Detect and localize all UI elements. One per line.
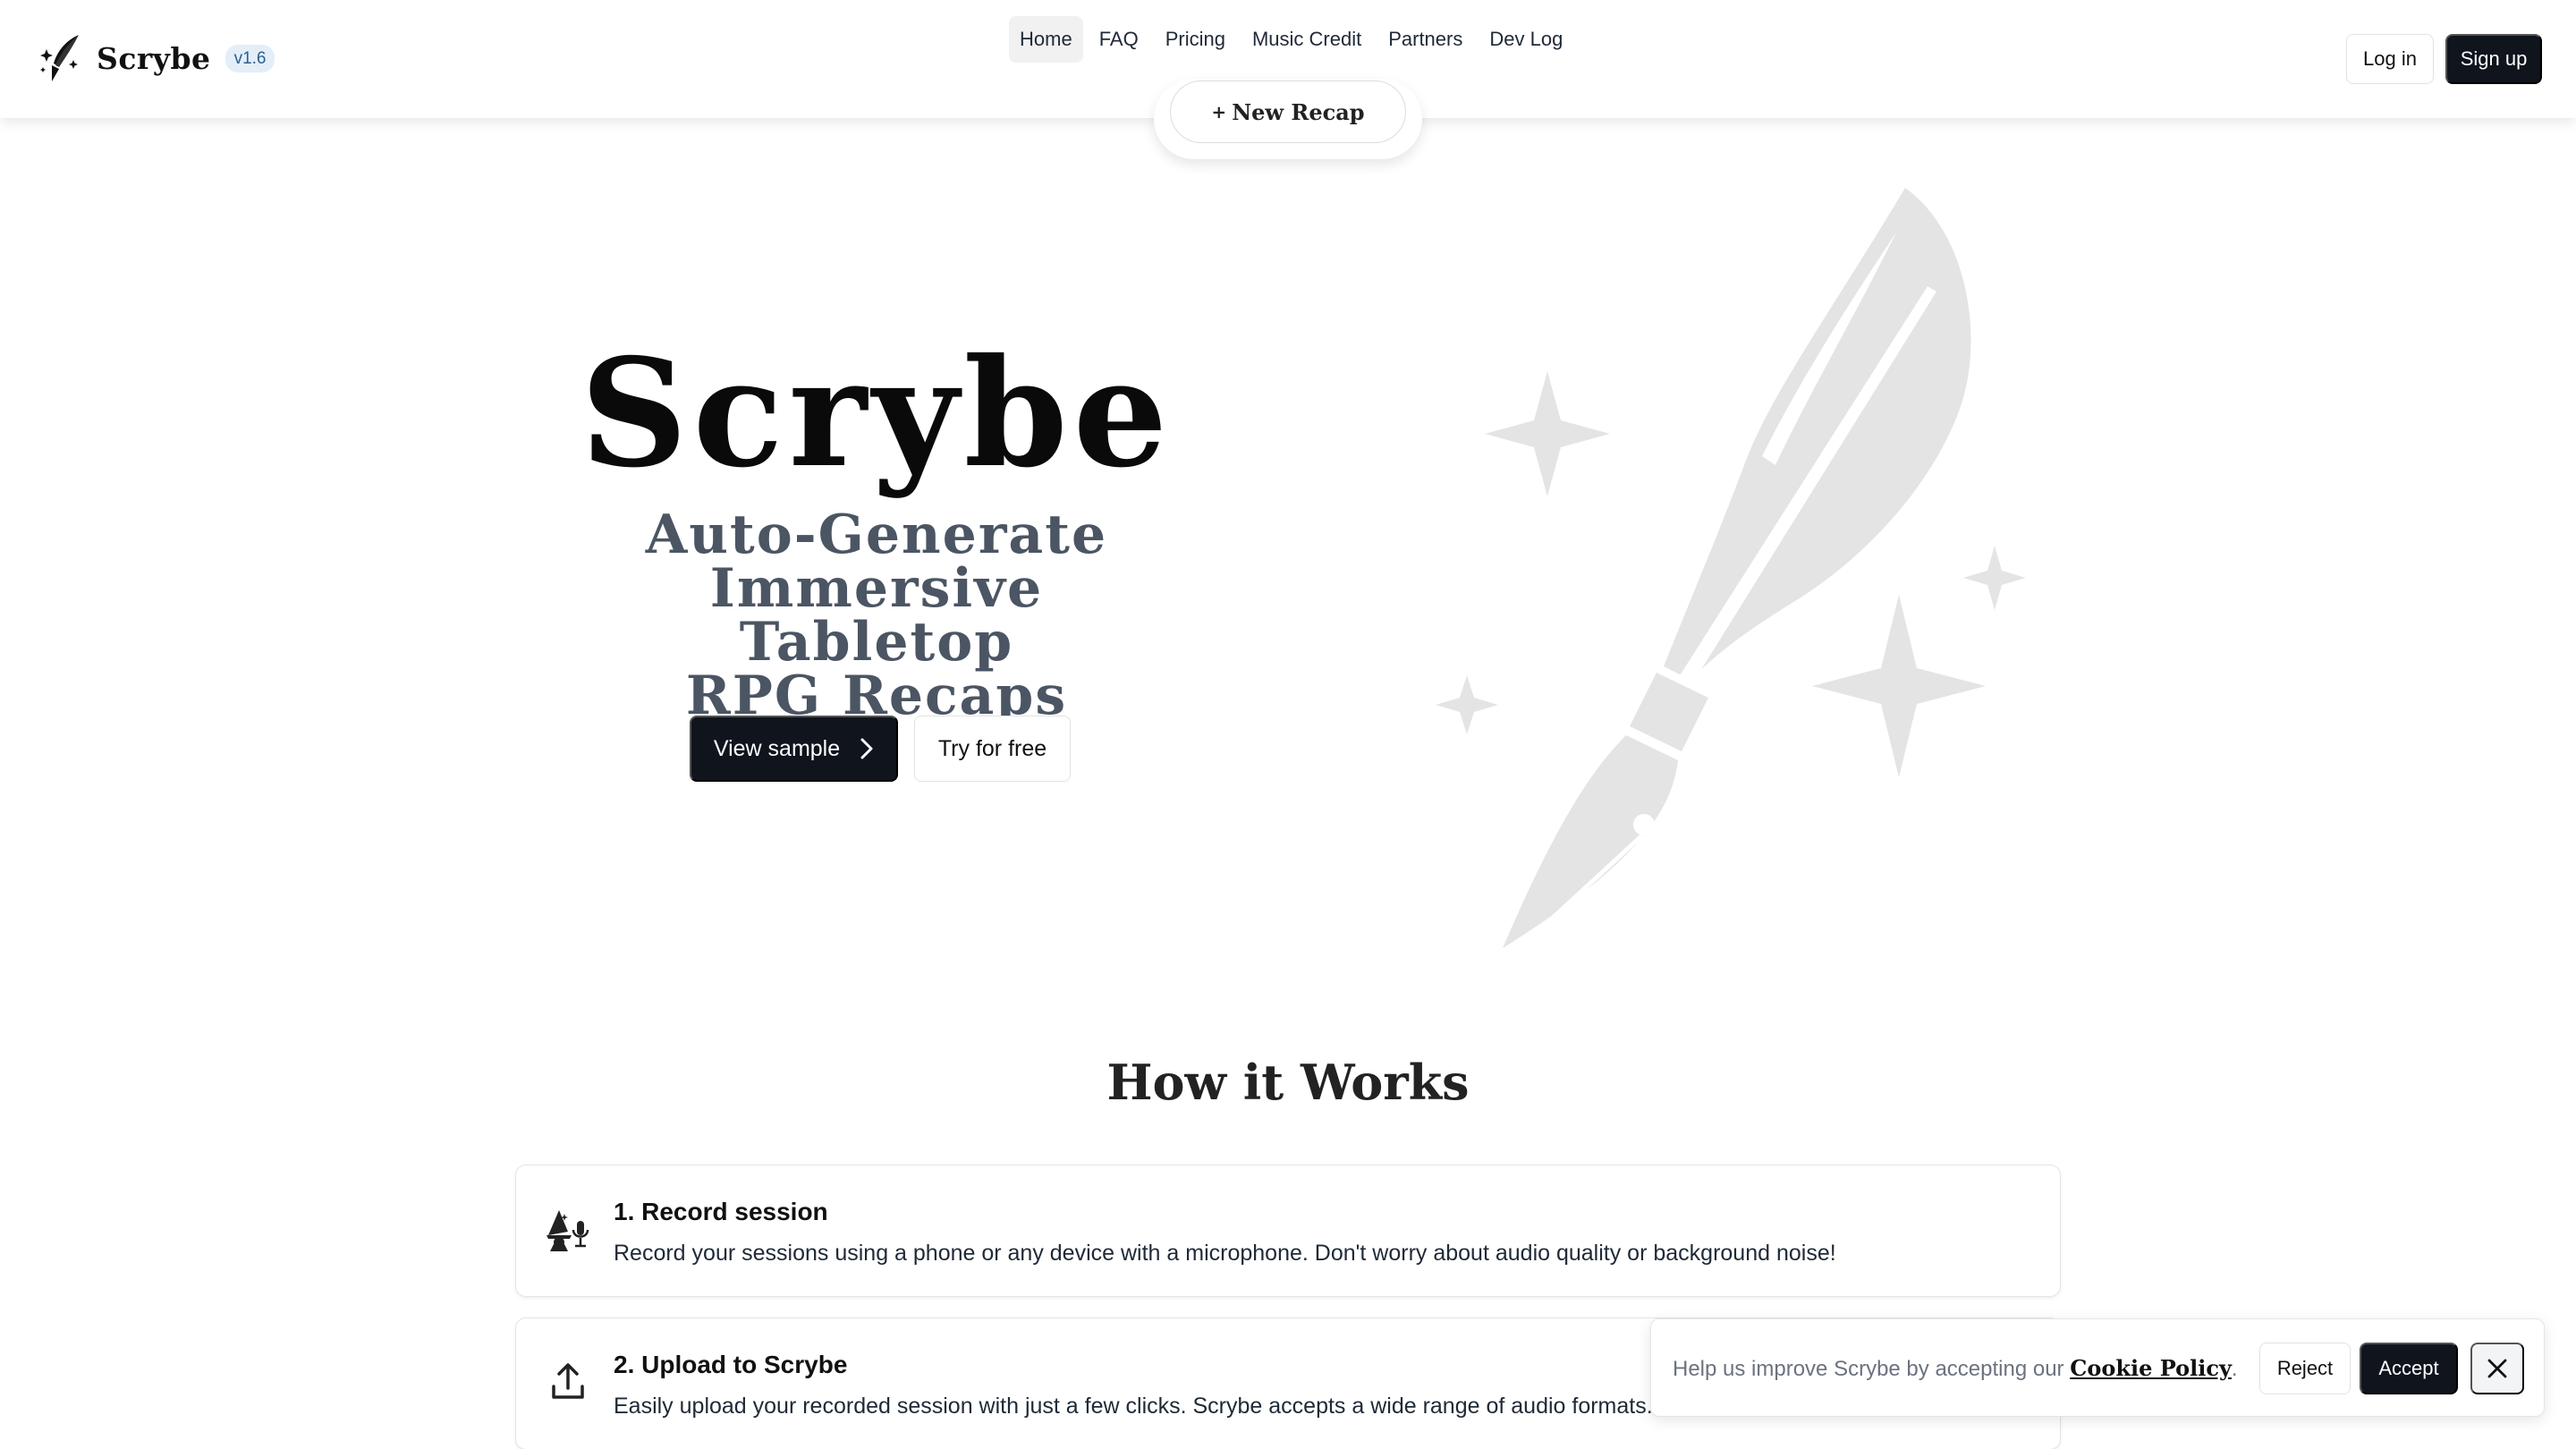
hero-subtitle-line: Auto-Generate: [645, 504, 1108, 566]
nav-item-music-credit[interactable]: Music Credit: [1241, 16, 1372, 63]
step-card-record: 1. Record session Record your sessions u…: [515, 1165, 2061, 1297]
quill-pen-sparkles-icon: [1436, 188, 2026, 948]
try-for-free-button[interactable]: Try for free: [914, 716, 1071, 782]
reject-button[interactable]: Reject: [2259, 1343, 2351, 1394]
hero-subtitle-line: Immersive Tabletop: [709, 557, 1044, 674]
new-recap-button[interactable]: + New Recap: [1170, 80, 1406, 143]
chevron-right-icon: [860, 738, 873, 759]
view-sample-label: View sample: [713, 735, 841, 761]
signup-button[interactable]: Sign up: [2445, 34, 2542, 84]
upload-icon: [552, 1363, 584, 1399]
how-it-works-title: How it Works: [1106, 1054, 1470, 1111]
nav-item-pricing[interactable]: Pricing: [1155, 16, 1236, 63]
cookie-banner: Help us improve Scrybe by accepting our …: [1650, 1318, 2545, 1417]
new-recap-tab: + New Recap: [1154, 79, 1422, 159]
nav-item-dev-log[interactable]: Dev Log: [1479, 16, 1573, 63]
cookie-text: Help us improve Scrybe by accepting our: [1673, 1357, 2071, 1381]
version-badge: v1.6: [225, 44, 275, 72]
cookie-message: Help us improve Scrybe by accepting our …: [1673, 1355, 2238, 1382]
quill-logo-icon: [40, 35, 79, 81]
brand[interactable]: Scrybe v1.6: [39, 30, 275, 86]
nav-item-partners[interactable]: Partners: [1377, 16, 1473, 63]
wizard-microphone-icon: [547, 1210, 589, 1251]
step-description: Record your sessions using a phone or an…: [614, 1241, 1836, 1266]
login-button[interactable]: Log in: [2346, 34, 2434, 84]
new-recap-label: New Recap: [1232, 98, 1365, 125]
step-title: 2. Upload to Scrybe: [614, 1351, 848, 1378]
cookie-policy-link[interactable]: Cookie Policy: [2070, 1355, 2232, 1381]
hero-title: Scrybe: [580, 326, 1174, 501]
close-icon: [2487, 1359, 2507, 1378]
hero-subtitle-line: RPG Recaps: [685, 665, 1068, 727]
step-description: Easily upload your recorded session with…: [614, 1394, 1653, 1419]
close-button[interactable]: [2470, 1343, 2524, 1394]
brand-name: Scrybe: [97, 40, 211, 76]
cookie-text-end: .: [2231, 1357, 2238, 1381]
view-sample-button[interactable]: View sample: [690, 716, 898, 782]
step-title: 1. Record session: [614, 1198, 828, 1225]
nav-item-home[interactable]: Home: [1009, 16, 1083, 63]
accept-button[interactable]: Accept: [2360, 1343, 2458, 1394]
plus-icon: +: [1211, 101, 1227, 123]
nav-item-faq[interactable]: FAQ: [1089, 16, 1149, 63]
hero-subtitle: Auto-Generate Immersive Tabletop RPG Rec…: [572, 508, 1181, 723]
main-nav: Home FAQ Pricing Music Credit Partners D…: [1009, 16, 1579, 63]
